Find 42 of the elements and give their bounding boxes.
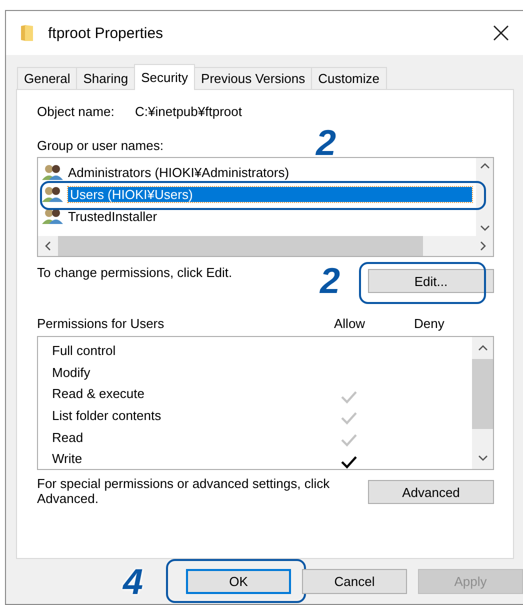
permission-name: Read & execute — [52, 386, 146, 402]
users-icon — [42, 164, 64, 180]
permissions-label: Permissions for Users — [37, 316, 166, 331]
users-icon — [42, 186, 64, 202]
tab[interactable]: Sharing — [76, 67, 136, 89]
users-icon — [42, 208, 64, 224]
object-name-label: Object name: — [37, 104, 115, 121]
callout-number: 2 — [316, 125, 336, 161]
permission-name: Modify — [52, 364, 92, 380]
advanced-hint: For special permissions or advanced settings, click Advanced. — [37, 476, 331, 506]
tab[interactable]: Customize — [311, 67, 387, 89]
callout-number: 2 — [320, 263, 340, 299]
callout-number: 4 — [123, 564, 144, 600]
dialog-button[interactable]: OK — [186, 569, 291, 594]
vertical-scrollbar[interactable] — [472, 337, 493, 469]
chevron-down-icon[interactable] — [480, 225, 490, 231]
advanced-button[interactable]: Advanced — [368, 480, 494, 504]
permission-name: Full control — [52, 343, 117, 358]
column-header: Deny — [414, 316, 446, 331]
edit-hint: To change permissions, click Edit. — [37, 265, 232, 280]
column-header: Allow — [334, 316, 366, 331]
permission-name: List folder contents — [52, 408, 162, 424]
folder-icon — [20, 24, 34, 42]
dialog-button[interactable]: Cancel — [302, 569, 407, 594]
close-icon[interactable] — [493, 25, 509, 41]
permission-name: Write — [52, 451, 84, 466]
object-name-value: C:¥inetpub¥ftproot — [135, 104, 242, 121]
horizontal-scrollbar[interactable] — [38, 236, 493, 256]
group-list-label: Group or user names: — [37, 138, 164, 153]
group-list-item[interactable]: Administrators (HIOKI¥Administrators) — [42, 161, 472, 183]
tab[interactable]: General — [17, 67, 78, 89]
chevron-right-icon[interactable] — [480, 241, 486, 251]
chevron-up-icon[interactable] — [480, 163, 490, 169]
edit-button[interactable]: Edit... — [368, 269, 494, 293]
chevron-down-icon[interactable] — [478, 455, 488, 461]
permission-name: Read — [52, 430, 84, 445]
window-title: ftproot Properties — [48, 24, 164, 42]
chevron-up-icon[interactable] — [478, 345, 488, 351]
vertical-scrollbar[interactable] — [476, 158, 493, 236]
group-list-item[interactable]: TrustedInstaller — [42, 205, 472, 227]
tab[interactable]: Security — [134, 64, 196, 90]
chevron-left-icon[interactable] — [45, 241, 51, 251]
